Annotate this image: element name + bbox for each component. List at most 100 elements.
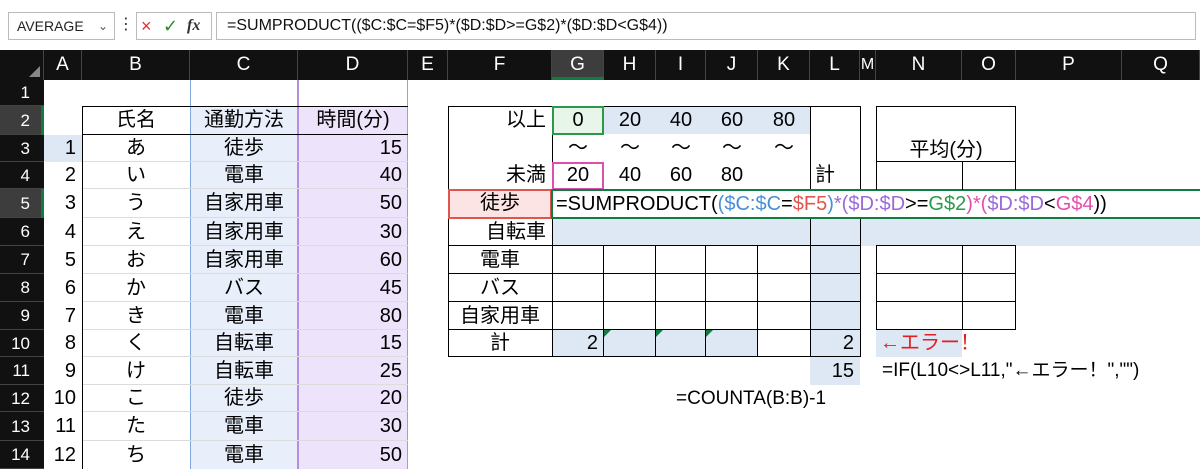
list-no: 12 <box>53 444 76 466</box>
formula-part: *( <box>833 193 849 215</box>
row-header-7[interactable]: 7 <box>0 246 44 274</box>
list-name: あ <box>126 137 146 159</box>
tilde: ～ <box>774 137 794 159</box>
list-name: お <box>126 249 146 271</box>
list-name: こ <box>126 387 146 409</box>
row-header-8[interactable]: 8 <box>0 274 44 302</box>
error-indicator-icon[interactable] <box>604 330 611 337</box>
spreadsheet-grid[interactable]: A B C D E F G H I J K L M N O P Q 1 2 3 … <box>0 50 1200 469</box>
formula-ref-c: $C:$C <box>724 193 782 215</box>
avg-title: 平均(分) <box>909 139 983 161</box>
row-header-6[interactable]: 6 <box>0 218 44 246</box>
list-time: 40 <box>379 164 402 186</box>
tilde: ～ <box>671 137 691 159</box>
label-lower: 以上 <box>506 109 546 131</box>
row-header-5[interactable]: 5 <box>0 189 44 218</box>
column-header-m[interactable]: M <box>860 50 876 80</box>
column-header-a[interactable]: A <box>44 50 82 80</box>
error-indicator-icon[interactable] <box>656 330 663 337</box>
name-box-value: AVERAGE <box>17 18 84 34</box>
row-header-1[interactable]: 1 <box>0 80 44 106</box>
cancel-icon[interactable]: × <box>141 15 152 37</box>
list-method: 自家用車 <box>204 249 284 271</box>
lower-bound-h: 20 <box>618 109 642 131</box>
row-label-total: 計 <box>490 332 510 354</box>
column-header-b[interactable]: B <box>82 50 190 80</box>
row-header-12[interactable]: 12 <box>0 385 44 412</box>
tilde: ～ <box>568 137 588 159</box>
enter-icon[interactable]: ✓ <box>163 15 178 37</box>
column-header-g[interactable]: G <box>552 50 604 80</box>
list-no: 3 <box>64 192 76 214</box>
more-options-icon[interactable]: ⋮ <box>118 12 134 40</box>
cell-edit-formula[interactable]: =SUMPRODUCT(($C:$C=$F5)*($D:$D>=G$2)*($D… <box>556 190 1107 218</box>
column-header-o[interactable]: O <box>962 50 1016 80</box>
if-formula-note: =IF(L10<>L11,"←エラー！","") <box>882 360 1140 381</box>
column-header-h[interactable]: H <box>604 50 656 80</box>
insert-function-icon[interactable]: fx <box>187 15 200 37</box>
list-no: 2 <box>64 164 76 186</box>
list-method: バス <box>224 277 264 299</box>
formula-ref-g4: G$4 <box>1055 193 1094 215</box>
row-header-14[interactable]: 14 <box>0 441 44 469</box>
formula-part: ) <box>827 193 834 215</box>
select-all-icon <box>29 66 40 77</box>
list-time: 25 <box>379 360 402 382</box>
column-header-e[interactable]: E <box>408 50 448 80</box>
list-time: 30 <box>379 221 402 243</box>
row-header-2[interactable]: 2 <box>0 106 44 135</box>
formula-buttons: × ✓ fx <box>136 12 212 40</box>
row-label-bicycle: 自転車 <box>486 221 546 243</box>
row-header-9[interactable]: 9 <box>0 302 44 330</box>
formula-part: >= <box>905 193 929 215</box>
column-header-q[interactable]: Q <box>1122 50 1200 80</box>
column-header-l[interactable]: L <box>810 50 860 80</box>
list-no: 11 <box>55 415 76 437</box>
row-header-13[interactable]: 13 <box>0 412 44 441</box>
list-method: 自転車 <box>214 360 274 382</box>
name-box[interactable]: AVERAGE ⌄ <box>8 12 115 40</box>
list-method: 徒歩 <box>224 137 264 159</box>
lower-bound-i: 40 <box>669 109 693 131</box>
count-value: 15 <box>831 360 854 382</box>
column-header-d[interactable]: D <box>298 50 408 80</box>
list-method: 電車 <box>224 164 264 186</box>
row-header-3[interactable]: 3 <box>0 135 44 162</box>
border <box>876 301 1016 302</box>
column-header-j[interactable]: J <box>706 50 758 80</box>
selected-row-indicator <box>41 106 44 135</box>
border <box>860 106 861 357</box>
selected-column-indicator <box>552 77 604 80</box>
list-method: 自転車 <box>214 332 274 354</box>
chevron-down-icon[interactable]: ⌄ <box>98 13 108 39</box>
column-header-n[interactable]: N <box>876 50 962 80</box>
select-all-corner[interactable] <box>0 50 44 80</box>
lower-bound-j: 60 <box>720 109 744 131</box>
list-time: 15 <box>379 332 402 354</box>
formula-part: < <box>1044 193 1056 215</box>
row-header-10[interactable]: 10 <box>0 330 44 357</box>
row-header-11[interactable]: 11 <box>0 357 44 385</box>
column-header-c[interactable]: C <box>190 50 298 80</box>
list-name: か <box>126 277 146 299</box>
border <box>705 246 706 357</box>
formula-input[interactable]: =SUMPRODUCT(($C:$C=$F5)*($D:$D>=G$2)*($D… <box>216 12 1196 40</box>
tilde: ～ <box>722 137 742 159</box>
list-no: 8 <box>64 332 76 354</box>
column-header-p[interactable]: P <box>1016 50 1122 80</box>
list-no: 1 <box>64 137 76 159</box>
formula-ref-d: $D:$D <box>987 193 1045 215</box>
formula-part: )) <box>1093 193 1107 215</box>
list-time: 20 <box>379 387 402 409</box>
list-time: 50 <box>379 192 402 214</box>
column-header-f[interactable]: F <box>448 50 552 80</box>
formula-ref-g2: G$2 <box>928 193 967 215</box>
column-header-i[interactable]: I <box>656 50 706 80</box>
error-indicator-icon[interactable] <box>706 330 713 337</box>
column-header-k[interactable]: K <box>758 50 810 80</box>
row-header-4[interactable]: 4 <box>0 162 44 189</box>
border <box>962 246 963 330</box>
border <box>810 106 811 357</box>
row6-highlight <box>552 218 1200 246</box>
border <box>876 245 1016 246</box>
